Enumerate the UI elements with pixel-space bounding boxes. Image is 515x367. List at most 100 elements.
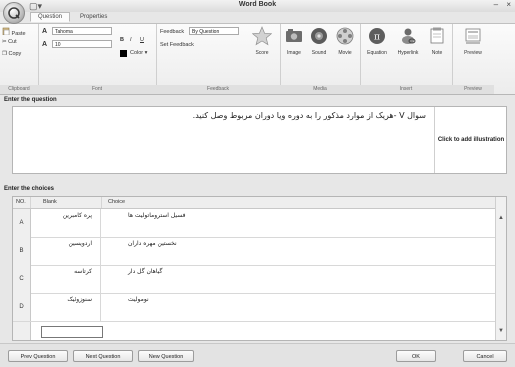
choice-cell[interactable]: فسيل استروماتوليت ها: [102, 209, 496, 237]
blank-cell[interactable]: اردويسين: [31, 237, 101, 265]
font-face-icon: A: [42, 28, 48, 35]
cut-button[interactable]: ✂ Cut: [2, 39, 17, 45]
score-label: Score: [255, 50, 269, 56]
note-label: Note: [431, 50, 443, 56]
vertical-scrollbar[interactable]: ▲ ▼: [495, 197, 506, 340]
preview-icon: [465, 28, 481, 44]
sound-button[interactable]: Sound: [307, 26, 331, 56]
new-row[interactable]: [13, 322, 496, 340]
header-choice: Choice: [108, 199, 126, 205]
choice-cell[interactable]: نخستين مهره داران: [102, 237, 496, 265]
feedback-value: By Question: [192, 29, 220, 35]
blank-cell[interactable]: کرتاسه: [31, 265, 101, 293]
hyperlink-icon: [402, 28, 416, 44]
cut-icon: ✂: [2, 39, 7, 45]
color-button[interactable]: Color ▾: [130, 50, 147, 56]
sound-icon: [311, 28, 327, 44]
copy-button[interactable]: ❐ Copy: [2, 51, 21, 57]
clipboard-group-label: Clipboard: [0, 85, 38, 94]
scroll-up-icon[interactable]: ▲: [496, 213, 506, 223]
header-blank: Blank: [31, 197, 102, 208]
next-question-button[interactable]: Next Question: [73, 350, 133, 362]
tab-properties[interactable]: Properties: [72, 12, 115, 22]
font-name-value: Tahoma: [55, 29, 73, 35]
feedback-select[interactable]: By Question: [189, 27, 239, 35]
app-logo-icon: [8, 7, 20, 19]
dialog-footer: Prev Question Next Question New Question…: [0, 343, 515, 367]
row-number: A: [13, 209, 31, 237]
font-size-icon: A: [42, 41, 48, 48]
choice-cell[interactable]: گياهان گل دار: [102, 265, 496, 293]
feedback-group: Feedback By Question Set Feedback Score …: [156, 24, 281, 94]
feedback-label: Feedback: [160, 29, 185, 35]
image-button[interactable]: Image: [282, 26, 306, 56]
copy-label: Copy: [8, 51, 22, 57]
question-text-editor[interactable]: سوال V -هريک از موارد مذکور را به دوره و…: [19, 111, 426, 120]
table-row[interactable]: B اردويسين نخستين مهره داران: [13, 237, 496, 266]
equation-button[interactable]: π Equation: [362, 26, 392, 56]
image-icon: [286, 29, 302, 42]
office-button[interactable]: [3, 2, 25, 24]
minimize-icon[interactable]: –: [494, 0, 498, 9]
row-number: C: [13, 265, 31, 293]
blank-cell[interactable]: سنوزوئيک: [31, 293, 101, 321]
close-icon[interactable]: ×: [506, 0, 511, 9]
clipboard-group: Paste ✂ Cut ❐ Copy Clipboard: [0, 24, 39, 94]
preview-button[interactable]: Preview: [458, 26, 488, 56]
color-label: Color: [130, 50, 144, 56]
ribbon: Paste ✂ Cut ❐ Copy Clipboard A Tahoma A …: [0, 23, 515, 95]
movie-label: Movie: [338, 50, 352, 56]
note-icon: [430, 27, 444, 44]
paste-button[interactable]: Paste: [2, 27, 26, 37]
hyperlink-label: Hyperlink: [397, 50, 419, 56]
window-controls: – ×: [494, 0, 511, 9]
row-number: D: [13, 293, 31, 321]
font-size-value: 10: [55, 42, 61, 48]
copy-icon: ❐: [2, 51, 7, 57]
table-row[interactable]: D سنوزوئيک نوموليت: [13, 293, 496, 322]
equation-label: Equation: [367, 50, 387, 56]
preview-group-label: Preview: [452, 85, 494, 94]
note-button[interactable]: Note: [424, 26, 450, 56]
illustration-placeholder[interactable]: Click to add illustration: [434, 107, 507, 173]
font-size-select[interactable]: 10: [52, 40, 112, 48]
ribbon-tabs: Question Properties: [30, 12, 115, 23]
font-name-select[interactable]: Tahoma: [52, 27, 112, 35]
bold-button[interactable]: B: [120, 37, 124, 43]
table-row[interactable]: A پره کامبرين فسيل استروماتوليت ها: [13, 209, 496, 238]
paste-label: Paste: [11, 31, 26, 37]
score-button[interactable]: Score: [248, 26, 276, 56]
blank-cell[interactable]: پره کامبرين: [31, 209, 101, 237]
image-label: Image: [287, 50, 301, 56]
star-icon: [251, 26, 273, 46]
movie-button[interactable]: Movie: [332, 26, 358, 56]
window-title: Word Book: [238, 1, 277, 8]
font-group: A Tahoma A 10 B I U Color ▾ Font: [38, 24, 157, 94]
underline-button[interactable]: U: [140, 37, 144, 43]
italic-button[interactable]: I: [130, 37, 132, 43]
media-group: Image Sound Movie Media: [280, 24, 361, 94]
table-row[interactable]: C کرتاسه گياهان گل دار: [13, 265, 496, 294]
new-question-button[interactable]: New Question: [138, 350, 194, 362]
question-panel: سوال V -هريک از موارد مذکور را به دوره و…: [12, 106, 507, 174]
color-swatch-icon: [120, 50, 127, 57]
ok-button[interactable]: OK: [396, 350, 436, 362]
question-section-label: Enter the question: [4, 97, 57, 103]
new-row-editor[interactable]: [41, 326, 103, 338]
equation-icon: π: [369, 28, 385, 44]
hyperlink-button[interactable]: Hyperlink: [393, 26, 423, 56]
choice-cell[interactable]: نوموليت: [102, 293, 496, 321]
choices-grid: NO. Blank Choice A پره کامبرين فسيل استر…: [12, 196, 507, 341]
sound-label: Sound: [311, 50, 327, 56]
preview-label: Preview: [464, 50, 482, 56]
tab-question[interactable]: Question: [30, 12, 71, 22]
set-feedback-button[interactable]: Set Feedback: [160, 42, 194, 48]
cancel-button[interactable]: Cancel: [463, 350, 507, 362]
preview-group: Preview Preview: [452, 24, 494, 94]
paste-icon: [2, 27, 10, 36]
prev-question-button[interactable]: Prev Question: [8, 350, 68, 362]
title-bar: ▢▾ Word Book – ×: [0, 0, 515, 12]
scroll-down-icon[interactable]: ▼: [496, 326, 506, 336]
new-row-indicator: [13, 322, 31, 340]
insert-group-label: Insert: [360, 85, 452, 94]
